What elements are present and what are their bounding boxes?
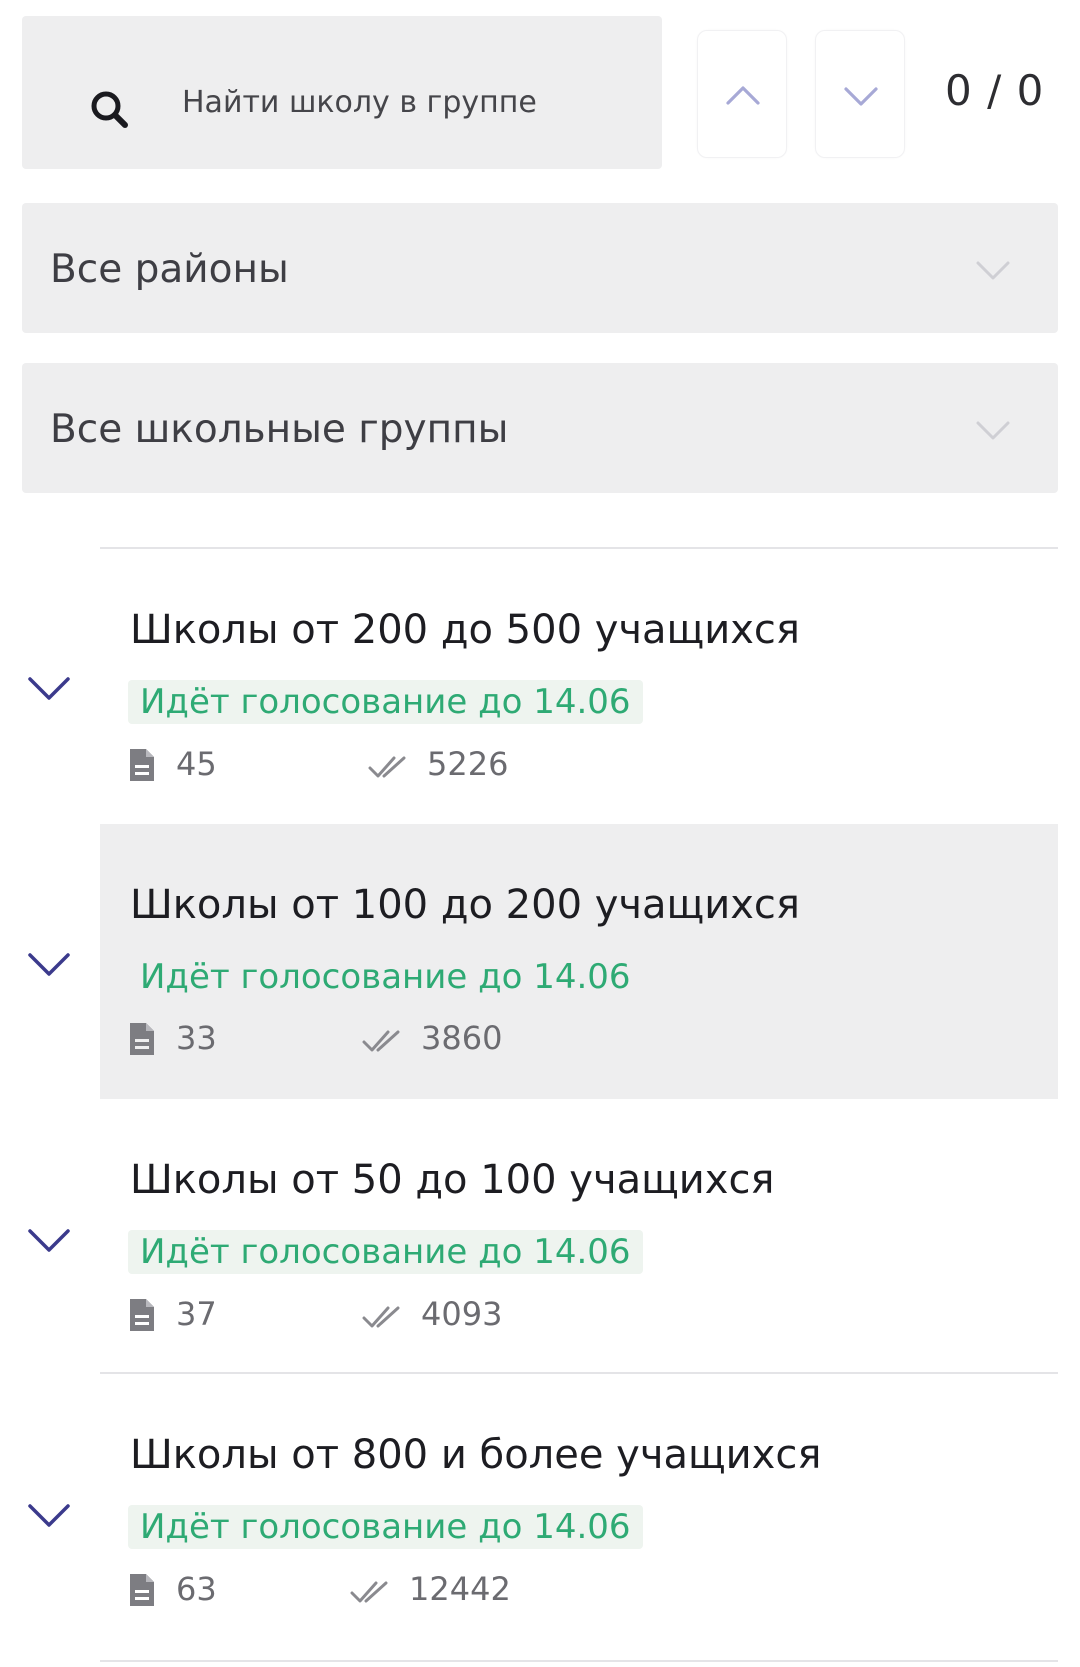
search-icon bbox=[91, 91, 128, 128]
votes-count: 4093 bbox=[421, 1295, 503, 1333]
district-select-value: Все районы bbox=[50, 247, 289, 292]
double-check-icon bbox=[362, 1030, 400, 1052]
votes-count: 12442 bbox=[409, 1570, 511, 1608]
double-check-icon bbox=[368, 756, 406, 778]
chevron-down-icon bbox=[844, 87, 878, 106]
group-title: Школы от 50 до 100 учащихся bbox=[130, 1157, 775, 1203]
schools-count: 63 bbox=[176, 1570, 217, 1608]
school-group-select[interactable]: Все школьные группы bbox=[22, 363, 1058, 493]
double-check-icon bbox=[362, 1306, 400, 1328]
group-row[interactable]: Школы от 200 до 500 учащихся Идёт голосо… bbox=[0, 547, 1080, 822]
group-row[interactable]: Школы от 100 до 200 учащихся Идёт голосо… bbox=[0, 824, 1080, 1099]
next-match-button[interactable] bbox=[815, 30, 905, 158]
search-input[interactable] bbox=[182, 74, 642, 130]
group-title: Школы от 200 до 500 учащихся bbox=[130, 607, 800, 653]
chevron-down-icon bbox=[976, 421, 1010, 440]
district-select[interactable]: Все районы bbox=[22, 203, 1058, 333]
match-counter: 0 / 0 bbox=[945, 66, 1045, 115]
status-badge: Идёт голосование до 14.06 bbox=[128, 1505, 643, 1549]
document-icon bbox=[130, 1023, 154, 1055]
school-group-select-value: Все школьные группы bbox=[50, 407, 509, 452]
group-row[interactable]: Школы от 50 до 100 учащихся Идёт голосов… bbox=[0, 1099, 1080, 1374]
divider bbox=[100, 1660, 1058, 1662]
schools-count: 45 bbox=[176, 745, 217, 783]
double-check-icon bbox=[350, 1581, 388, 1603]
chevron-down-icon[interactable] bbox=[26, 1217, 72, 1263]
divider bbox=[100, 547, 1058, 549]
group-title: Школы от 800 и более учащихся bbox=[130, 1432, 822, 1478]
schools-count: 37 bbox=[176, 1295, 217, 1333]
chevron-down-icon[interactable] bbox=[26, 1492, 72, 1538]
votes-count: 3860 bbox=[421, 1019, 503, 1057]
document-icon bbox=[130, 1574, 154, 1606]
schools-count: 33 bbox=[176, 1019, 217, 1057]
chevron-down-icon[interactable] bbox=[26, 665, 72, 711]
group-row[interactable]: Школы от 800 и более учащихся Идёт голос… bbox=[0, 1374, 1080, 1664]
document-icon bbox=[130, 1299, 154, 1331]
status-badge: Идёт голосование до 14.06 bbox=[128, 680, 643, 724]
votes-count: 5226 bbox=[427, 745, 509, 783]
status-badge: Идёт голосование до 14.06 bbox=[128, 1230, 643, 1274]
status-badge: Идёт голосование до 14.06 bbox=[140, 957, 631, 997]
previous-match-button[interactable] bbox=[697, 30, 787, 158]
document-icon bbox=[130, 749, 154, 781]
chevron-down-icon bbox=[976, 261, 1010, 280]
group-title: Школы от 100 до 200 учащихся bbox=[130, 882, 800, 928]
chevron-down-icon[interactable] bbox=[26, 941, 72, 987]
search-box[interactable] bbox=[22, 16, 662, 169]
chevron-up-icon bbox=[726, 86, 760, 105]
